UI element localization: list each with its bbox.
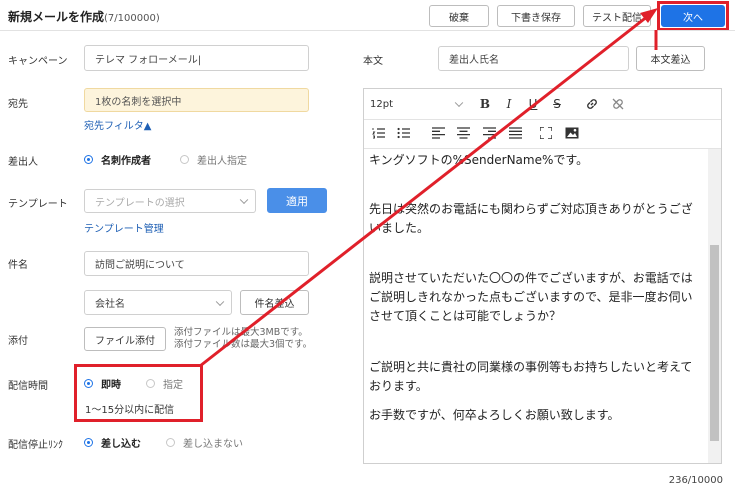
annotation-arrow-line: [199, 14, 649, 368]
annotation-arrow: [199, 8, 658, 368]
